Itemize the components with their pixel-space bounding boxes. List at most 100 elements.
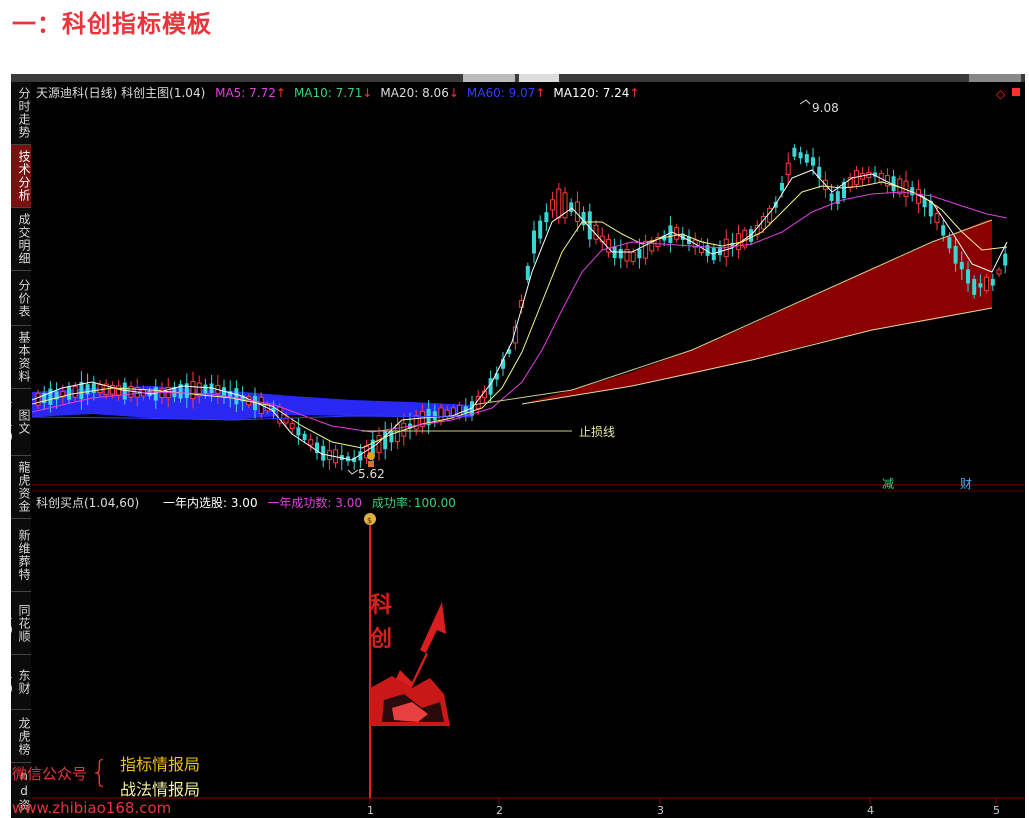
buy-signal-bar [368, 461, 374, 467]
sidebar-tab-f10[interactable]: 图文F10 [11, 389, 31, 456]
sidebar-tab-dc10[interactable]: 东财10 [11, 655, 31, 710]
sidebar-tab-price-table[interactable]: 分价表 [11, 271, 31, 326]
wechat-label: 微信公众号 [12, 765, 88, 783]
success-rate-label: 成功率: [371, 496, 412, 510]
x-tick-label: 2 [496, 804, 503, 817]
candle-body [395, 424, 401, 443]
candle-body [959, 261, 964, 270]
candle-body [308, 439, 314, 446]
sidebar-tab-basic-info[interactable]: 基本资料 [11, 326, 31, 389]
sidebar-tab-dragon[interactable]: 龙虎榜 [11, 710, 31, 763]
candle-body [444, 409, 450, 418]
stop-loss-label: 止损线 [579, 425, 615, 439]
toolbar [11, 74, 1025, 82]
candle-body [544, 212, 549, 223]
buy-signal-icon [367, 452, 375, 460]
candle-body [159, 388, 165, 398]
website-url[interactable]: www.zhibiao168.com [12, 799, 171, 817]
candle-body [804, 154, 809, 163]
candle-body [525, 265, 530, 281]
candle-body [972, 279, 977, 295]
candle-body [203, 384, 208, 394]
page-title: 一：科创指标模板 [12, 10, 212, 38]
candle-body [190, 381, 196, 400]
ma-legend-item: MA60: 9.07↑ [466, 86, 546, 100]
candle-body [85, 384, 90, 395]
success-count: 一年成功数: 3.00 [267, 496, 362, 510]
candle-body [637, 248, 642, 259]
candle-body [550, 199, 556, 211]
candle-body [978, 283, 983, 288]
candle-body [941, 225, 946, 236]
x-tick-label: 5 [993, 804, 1000, 817]
candle-body [67, 386, 71, 400]
candle-body [116, 385, 122, 396]
chart-area[interactable]: 止损线 9.08 5.62 减 财 ◇ $ 科 创 12345 天源迪科(日线)… [12, 82, 1025, 818]
candle-body [996, 269, 1002, 275]
candle-body [283, 417, 289, 424]
event-marker-reduce[interactable]: 减 [882, 477, 894, 491]
svg-text:科: 科 [370, 593, 392, 618]
candle-body [302, 433, 307, 441]
sidebar-tab-ths10[interactable]: 同花顺10 [11, 592, 31, 655]
diamond-icon[interactable]: ◇ [996, 87, 1006, 101]
candle-body [624, 249, 630, 262]
candle-body [569, 202, 574, 212]
ma-legend-item: MA20: 8.06↓ [380, 86, 459, 100]
sidebar-tab-intraday[interactable]: 分时走势 [11, 82, 31, 145]
watermark: 微信公众号 { 指标情报局 战法情报局 www.zhibiao168.com [12, 746, 272, 818]
ma-legend-item: MA5: 7.72↑ [215, 86, 286, 100]
candle-body [556, 188, 562, 219]
candle-body [296, 427, 301, 436]
candle-body [438, 407, 444, 422]
kline-chart[interactable]: 止损线 9.08 5.62 减 财 ◇ $ 科 创 1 2 3 4 5 [31, 82, 1025, 818]
toolbar-button[interactable] [463, 74, 515, 82]
account-name-1: 指标情报局 [120, 755, 201, 774]
candle-body [538, 220, 543, 239]
candle-body [934, 213, 940, 223]
ma-legend-item: MA120: 7.24↑ [553, 86, 640, 100]
sidebar-tab-trades[interactable]: 成交明细 [11, 208, 31, 271]
candle-body [785, 162, 791, 176]
sidebar: 分时走势 技术分析 成交明细 分价表 基本资料 图文F10 龍虎资金 新维葬特 … [11, 82, 31, 818]
toolbar-button[interactable] [969, 74, 1021, 82]
svg-text:$: $ [367, 516, 372, 525]
sidebar-tab-technical[interactable]: 技术分析 [11, 145, 31, 208]
indicator-legend: 科创买点(1.04,60) 一年内选股: 3.00 一年成功数: 3.00 成功… [36, 494, 462, 511]
candle-body [413, 415, 419, 430]
toolbar-button[interactable] [519, 74, 559, 82]
candle-body [532, 230, 536, 254]
candle-body [811, 157, 815, 166]
sidebar-tab-special[interactable]: 新维葬特 [11, 519, 31, 592]
candle-body [234, 388, 239, 405]
candle-body [389, 431, 394, 443]
candle-body [48, 388, 53, 405]
close-icon[interactable] [1012, 88, 1020, 96]
candle-body [780, 183, 784, 191]
trading-app-window: 分时走势 技术分析 成交明细 分价表 基本资料 图文F10 龍虎资金 新维葬特 … [11, 74, 1025, 818]
candle-body [432, 411, 437, 421]
indicator-title[interactable]: 科创买点(1.04,60) [36, 496, 139, 510]
candle-body [966, 269, 970, 284]
sidebar-tab-fund[interactable]: 龍虎资金 [11, 456, 31, 519]
candle-body [990, 279, 995, 286]
candle-body [618, 248, 623, 259]
candle-body [792, 147, 797, 157]
selected-count: 一年内选股: 3.00 [163, 496, 258, 510]
candle-body [947, 237, 952, 249]
account-name-2: 战法情报局 [120, 780, 201, 799]
svg-text:创: 创 [369, 627, 392, 652]
x-tick-label: 1 [367, 804, 374, 817]
price-legend: 天源迪科(日线) 科创主图(1.04) MA5: 7.72↑ MA10: 7.71… [36, 84, 654, 101]
candle-body [97, 384, 103, 394]
candle-body [798, 152, 803, 159]
candle-body [829, 193, 834, 201]
event-marker-finance[interactable]: 财 [960, 477, 972, 491]
max-price-label: 9.08 [812, 101, 839, 115]
stock-title[interactable]: 天源迪科(日线) 科创主图(1.04) [36, 86, 205, 100]
candle-body [1003, 253, 1008, 266]
candle-body [630, 251, 636, 262]
success-rate-value: 100.00 [413, 496, 456, 510]
candle-body [72, 385, 78, 398]
ma-legend-item: MA10: 7.71↓ [293, 86, 373, 100]
